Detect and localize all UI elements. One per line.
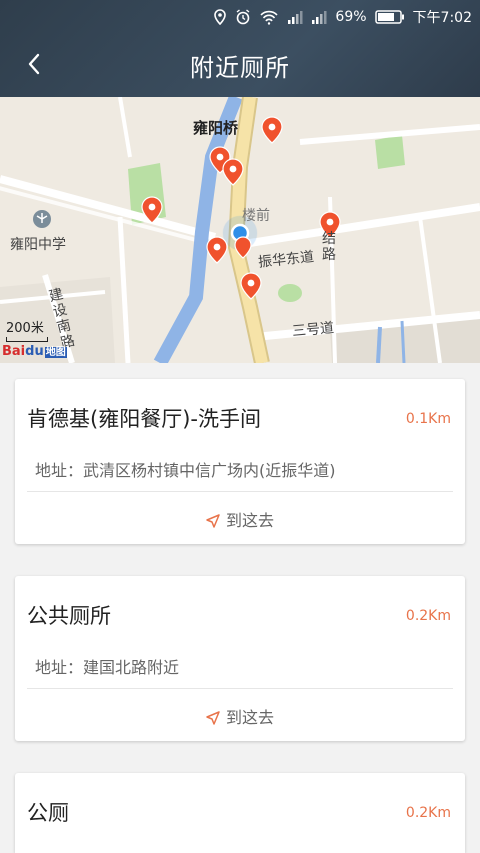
battery-percent: 69% (335, 9, 367, 25)
baidu-map-logo: Baidu 地图 (2, 344, 67, 359)
map-view[interactable]: 雍阳桥 楼前 雍阳中学 振华东道 建设南路 结路 三号道 200米 Baidu 地… (0, 97, 480, 363)
battery-icon (374, 10, 405, 24)
app-header: 69% 下午7:02 附近厕所 (0, 0, 480, 97)
map-canvas (0, 97, 480, 363)
map-label-yongyang-bridge: 雍阳桥 (193, 119, 239, 137)
navigate-button[interactable]: 到这去 (15, 704, 465, 729)
navigate-label: 到这去 (225, 708, 274, 727)
toilet-distance: 0.1Km (405, 411, 451, 427)
status-bar: 69% 下午7:02 (0, 0, 480, 34)
wifi-icon (259, 9, 279, 25)
nav-bar: 附近厕所 (0, 34, 480, 97)
divider (27, 688, 453, 689)
divider (27, 491, 453, 492)
page-title: 附近厕所 (190, 54, 290, 82)
toilet-card[interactable]: 肯德基(雍阳餐厅)-洗手间 0.1Km 地址：武清区杨村镇中信广场内(近振华道)… (15, 379, 465, 544)
map-scale: 200米 (6, 317, 48, 342)
map-label-jie-road: 结路 (322, 231, 336, 263)
toilet-name: 肯德基(雍阳餐厅)-洗手间 (27, 407, 261, 431)
map-label-louqian: 楼前 (242, 208, 270, 224)
map-scale-label: 200米 (6, 321, 44, 336)
signal-icon (311, 9, 327, 25)
navigate-label: 到这去 (225, 511, 274, 530)
map-label-sanhao-road: 三号道 (291, 320, 335, 340)
alarm-icon (235, 9, 251, 25)
toilet-address: 地址：武清区杨村镇中信广场内(近振华道) (35, 461, 336, 480)
map-label-school: 雍阳中学 (10, 237, 66, 253)
toilet-card[interactable]: 公共厕所 0.2Km 地址：建国北路附近 到这去 (15, 576, 465, 741)
toilet-address: 地址：建国北路附近 (35, 658, 180, 677)
clock: 下午7:02 (412, 10, 472, 26)
toilet-card[interactable]: 公厕 0.2Km (15, 773, 465, 853)
toilet-distance: 0.2Km (405, 608, 451, 624)
signal-icon (287, 9, 303, 25)
toilet-name: 公厕 (27, 801, 69, 825)
navigate-button[interactable]: 到这去 (15, 507, 465, 532)
location-icon (213, 9, 227, 25)
toilet-name: 公共厕所 (27, 604, 111, 628)
toilet-distance: 0.2Km (405, 805, 451, 821)
navigation-arrow-icon (206, 513, 220, 532)
navigation-arrow-icon (206, 710, 220, 729)
